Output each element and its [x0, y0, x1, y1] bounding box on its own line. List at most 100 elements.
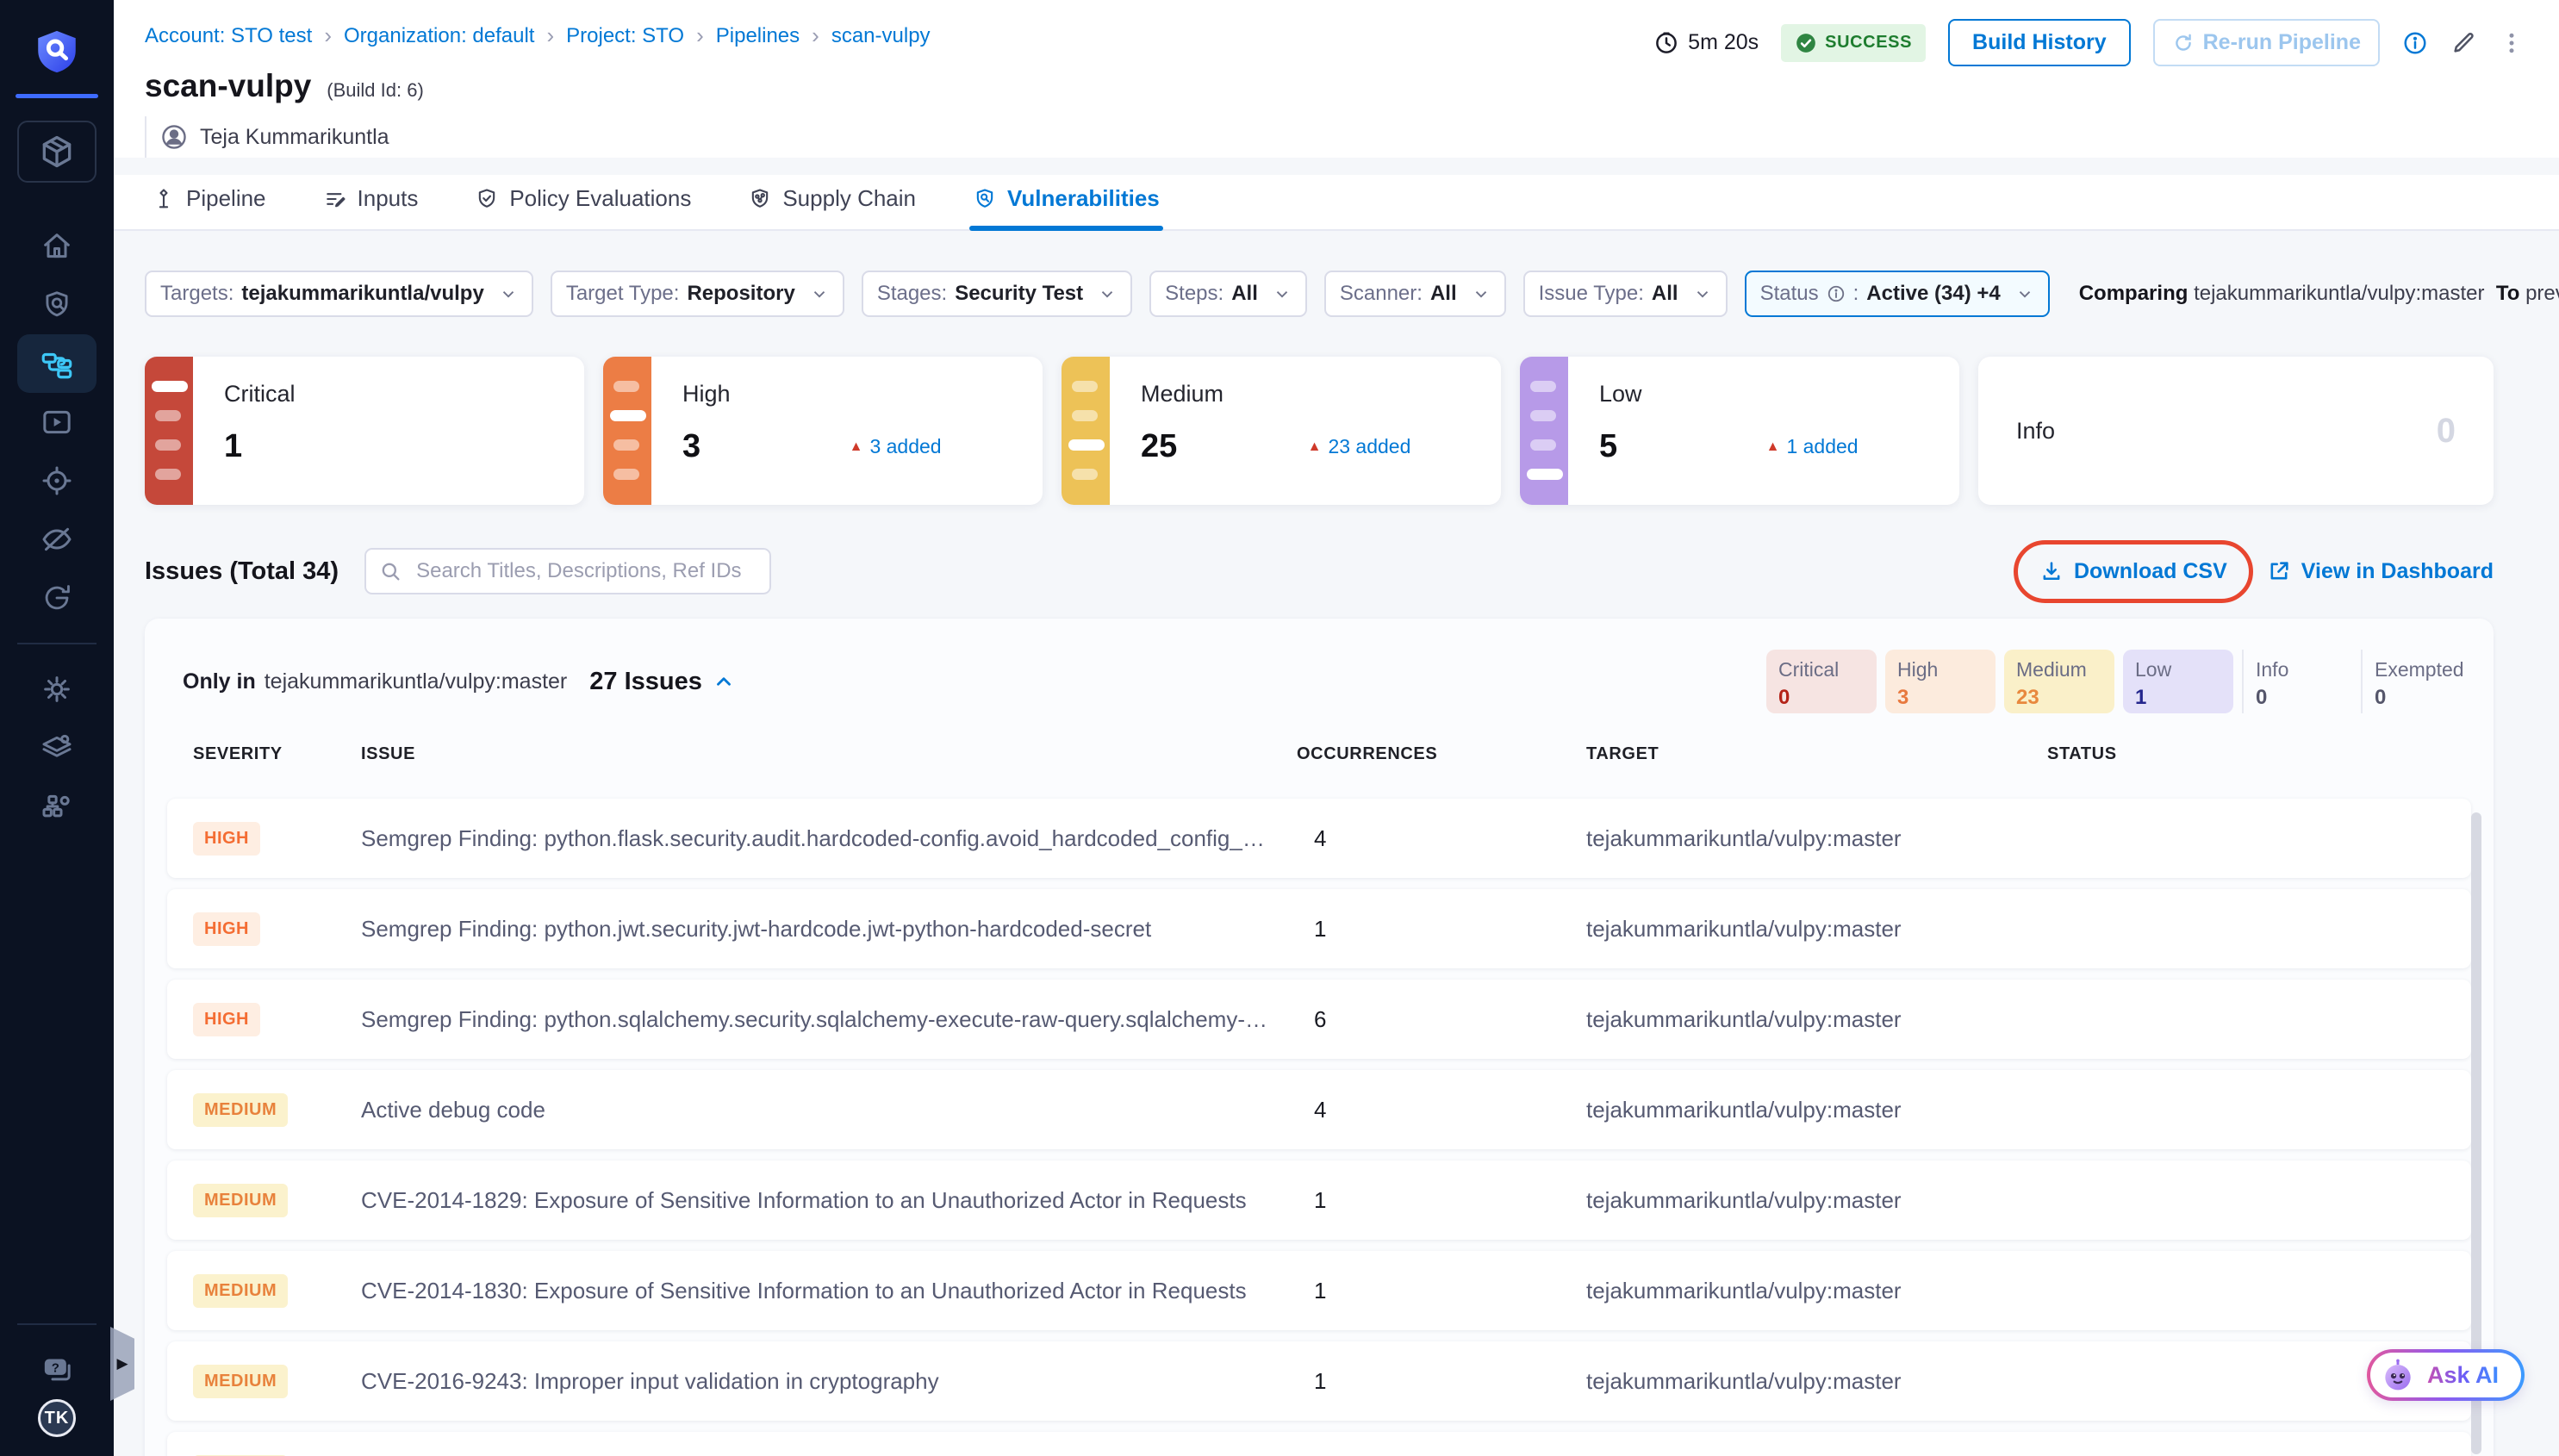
filter-targets[interactable]: Targets:tejakummarikuntla/vulpy	[145, 271, 533, 317]
build-history-button[interactable]: Build History	[1948, 19, 2131, 66]
chevron-down-icon	[1472, 284, 1491, 303]
sidebar-item-executions[interactable]	[17, 393, 97, 451]
low-gauge-icon	[1520, 357, 1568, 505]
policy-tab-icon	[475, 187, 499, 211]
breadcrumb-separator: ›	[546, 22, 554, 49]
chip-critical[interactable]: Critical0	[1766, 650, 1877, 713]
sidebar-item-targets[interactable]	[17, 451, 97, 510]
tab-pipeline[interactable]: Pipeline	[148, 175, 270, 229]
tab-supply-chain[interactable]: Supply Chain	[744, 175, 919, 229]
severity-badge: MEDIUM	[193, 1365, 288, 1398]
sidebar-item-pipelines[interactable]	[17, 334, 97, 393]
filter-issue-type[interactable]: Issue Type:All	[1523, 271, 1728, 317]
ask-ai-button[interactable]: Ask AI	[2367, 1349, 2525, 1401]
tab-policy-evaluations[interactable]: Policy Evaluations	[471, 175, 694, 229]
author-row: Teja Kummarikuntla	[145, 116, 2525, 158]
loop-icon	[40, 582, 73, 614]
table-row[interactable]: MEDIUM CVE-2014-1829: Exposure of Sensit…	[167, 1160, 2471, 1240]
sidebar-item-exemptions[interactable]	[17, 569, 97, 627]
table-row[interactable]: HIGH Semgrep Finding: python.jwt.securit…	[167, 889, 2471, 968]
issues-list: HIGH Semgrep Finding: python.flask.secur…	[167, 799, 2471, 1456]
rerun-pipeline-button[interactable]: Re-run Pipeline	[2153, 19, 2380, 66]
filter-stages[interactable]: Stages:Security Test	[862, 271, 1132, 317]
edit-pencil-icon[interactable]	[2450, 30, 2476, 56]
triangle-up-icon: ▲	[850, 439, 863, 455]
build-id: (Build Id: 6)	[327, 79, 424, 102]
table-header: SEVERITY ISSUE OCCURRENCES TARGET STATUS	[167, 744, 2471, 764]
breadcrumb-project[interactable]: Project: STO	[566, 24, 684, 48]
sidebar-item-help[interactable]: ?	[17, 1341, 97, 1399]
table-row[interactable]: HIGH Semgrep Finding: python.sqlalchemy.…	[167, 980, 2471, 1059]
severity-badge: HIGH	[193, 822, 260, 856]
comparing-text: Comparing tejakummarikuntla/vulpy:master…	[2079, 282, 2559, 306]
sidebar-item-org-settings[interactable]	[17, 777, 97, 836]
module-selector[interactable]	[17, 121, 97, 183]
card-critical[interactable]: Critical 1	[145, 357, 584, 505]
card-high[interactable]: High 3 ▲ 3 added	[603, 357, 1043, 505]
table-row[interactable]: MEDIUM CVE-2014-1830: Exposure of Sensit…	[167, 1251, 2471, 1330]
triangle-up-icon: ▲	[1766, 439, 1780, 455]
card-info[interactable]: Info 0	[1978, 357, 2494, 505]
sidebar-item-default-settings[interactable]	[17, 719, 97, 777]
executions-icon	[40, 405, 74, 439]
sidebar-item-settings[interactable]	[17, 660, 97, 719]
eye-off-icon	[40, 522, 74, 557]
table-row[interactable]: MEDIUM Active debug code 4 tejakummariku…	[167, 1070, 2471, 1149]
added-count: ▲ 3 added	[850, 435, 942, 458]
card-low[interactable]: Low 5 ▲ 1 added	[1520, 357, 1959, 505]
kebab-menu-icon[interactable]	[2499, 30, 2525, 56]
chevron-down-icon	[2015, 284, 2034, 303]
org-gear-icon	[40, 789, 74, 824]
sidebar-item-baselines[interactable]	[17, 510, 97, 569]
table-row[interactable]: MEDIUM CVE-2016-9243: Improper input val…	[167, 1341, 2471, 1421]
info-icon	[1827, 284, 1846, 303]
chip-high[interactable]: High3	[1885, 650, 1996, 713]
logo-underline	[16, 94, 98, 98]
table-row[interactable]: MEDIUM CVE-2017-11424: PyJWT: key confus…	[167, 1432, 2471, 1456]
severity-badge: MEDIUM	[193, 1093, 288, 1127]
sidebar-item-overview[interactable]	[17, 276, 97, 334]
card-medium[interactable]: Medium 25 ▲ 23 added	[1062, 357, 1501, 505]
tab-inputs[interactable]: Inputs	[320, 175, 422, 229]
pipelines-icon	[39, 345, 75, 382]
pipeline-tab-icon	[152, 187, 176, 211]
col-severity: SEVERITY	[193, 744, 361, 764]
group-collapse-toggle[interactable]: 27 Issues	[589, 668, 735, 696]
filter-scanner[interactable]: Scanner:All	[1324, 271, 1506, 317]
breadcrumb-separator: ›	[696, 22, 704, 49]
external-link-icon	[2267, 559, 2291, 583]
col-issue: ISSUE	[361, 744, 1297, 764]
issues-toolbar: Issues (Total 34) Download CSV	[145, 548, 2494, 594]
breadcrumb-pipelines[interactable]: Pipelines	[716, 24, 800, 48]
target-icon	[40, 464, 74, 498]
download-csv-button[interactable]: Download CSV	[2039, 559, 2227, 584]
search-input[interactable]	[364, 548, 771, 594]
sidebar-item-home[interactable]	[17, 217, 97, 276]
critical-gauge-icon	[145, 357, 193, 505]
chip-medium[interactable]: Medium23	[2004, 650, 2114, 713]
vulnerabilities-tab-icon	[973, 187, 997, 211]
high-gauge-icon	[603, 357, 651, 505]
breadcrumb-separator: ›	[324, 22, 332, 49]
chevron-down-icon	[499, 284, 518, 303]
filter-steps[interactable]: Steps:All	[1149, 271, 1307, 317]
breadcrumb-account[interactable]: Account: STO test	[145, 24, 312, 48]
build-duration: 5m 20s	[1653, 30, 1759, 56]
breadcrumb-org[interactable]: Organization: default	[344, 24, 534, 48]
breadcrumb-current[interactable]: scan-vulpy	[831, 24, 931, 48]
chip-exempted[interactable]: Exempted0	[2361, 650, 2471, 713]
view-in-dashboard-button[interactable]: View in Dashboard	[2267, 559, 2494, 584]
user-avatar[interactable]: TK	[38, 1399, 76, 1437]
added-count: ▲ 23 added	[1308, 435, 1411, 458]
filter-target-type[interactable]: Target Type:Repository	[551, 271, 844, 317]
breadcrumb-separator: ›	[812, 22, 819, 49]
chip-info[interactable]: Info0	[2242, 650, 2352, 713]
info-icon[interactable]	[2402, 30, 2428, 56]
robot-icon	[2379, 1356, 2417, 1394]
sto-logo-icon[interactable]	[32, 26, 82, 82]
sidebar-expander-handle[interactable]: ▶	[110, 1327, 134, 1401]
chip-low[interactable]: Low1	[2123, 650, 2233, 713]
filter-status[interactable]: Status : Active (34) +4	[1745, 271, 2050, 317]
tab-vulnerabilities[interactable]: Vulnerabilities	[969, 175, 1163, 229]
table-row[interactable]: HIGH Semgrep Finding: python.flask.secur…	[167, 799, 2471, 878]
